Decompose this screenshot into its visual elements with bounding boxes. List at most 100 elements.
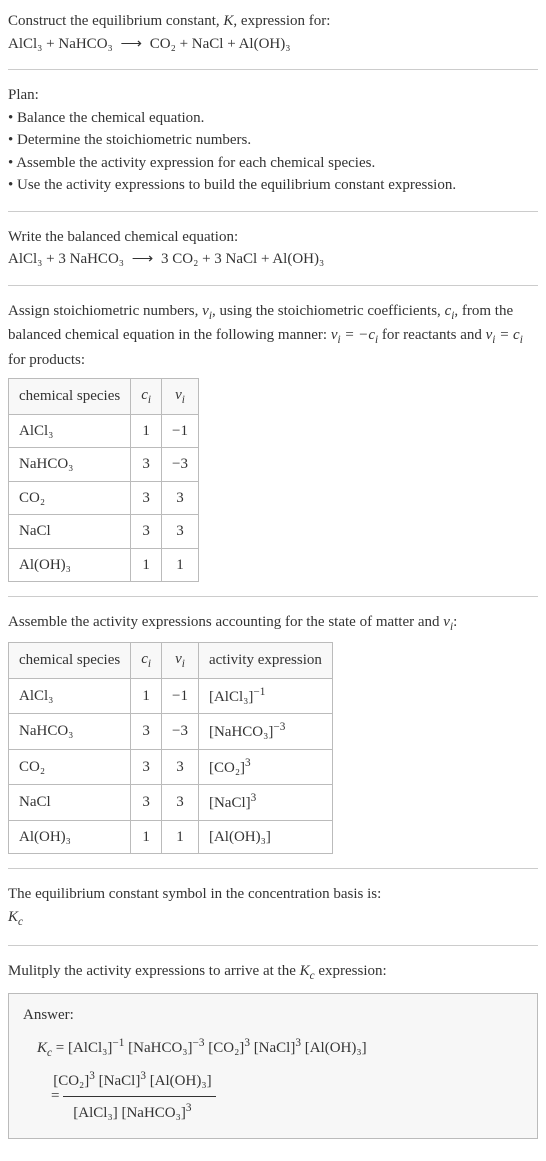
cell-species: CO₂ xyxy=(9,481,131,515)
cell-vi: 3 xyxy=(162,515,199,549)
divider xyxy=(8,69,538,70)
stoich-table: chemical species ci νi AlCl₃ 1 −1 NaHCO₃… xyxy=(8,378,199,582)
arrow-icon: ⟶ xyxy=(117,36,147,52)
basis-symbol: Kc xyxy=(8,906,538,931)
divider xyxy=(8,868,538,869)
stoich-text-a: Assign stoichiometric numbers, xyxy=(8,303,202,319)
frac-numerator: [CO₂]3 [NaCl]3 [Al(OH)₃] xyxy=(63,1065,215,1097)
col-activity: activity expression xyxy=(198,643,332,679)
cell-expr: [NaHCO₃]−3 xyxy=(198,714,332,750)
cell-species: AlCl₃ xyxy=(9,678,131,714)
divider xyxy=(8,285,538,286)
cell-species: NaCl xyxy=(9,515,131,549)
term: [NaCl]3 xyxy=(254,1040,301,1056)
divider xyxy=(8,211,538,212)
divider xyxy=(8,945,538,946)
table-row: AlCl₃ 1 −1 [AlCl₃]−1 xyxy=(9,678,333,714)
plan-list: Balance the chemical equation. Determine… xyxy=(8,107,538,197)
col-vi: νi xyxy=(162,643,199,679)
stoich-text: Assign stoichiometric numbers, νi, using… xyxy=(8,300,538,372)
cell-species: NaCl xyxy=(9,785,131,821)
cell-ci: 3 xyxy=(131,448,162,482)
balanced-equation: AlCl₃ + 3 NaHCO₃ ⟶ 3 CO₂ + 3 NaCl + Al(O… xyxy=(8,248,538,271)
cell-ci: 1 xyxy=(131,414,162,448)
arrow-icon: ⟶ xyxy=(128,251,158,267)
cell-expr: [Al(OH)₃] xyxy=(198,820,332,854)
activity-table: chemical species ci νi activity expressi… xyxy=(8,642,333,854)
cell-species: Al(OH)₃ xyxy=(9,820,131,854)
activity-section: Assemble the activity expressions accoun… xyxy=(8,611,538,854)
cell-ci: 3 xyxy=(131,481,162,515)
col-ci: ci xyxy=(131,643,162,679)
cell-vi: −1 xyxy=(162,414,199,448)
balanced-lhs: AlCl₃ + 3 NaHCO₃ xyxy=(8,251,124,267)
answer-box: Answer: Kc = [AlCl₃]−1 [NaHCO₃]−3 [CO₂]3… xyxy=(8,993,538,1139)
cell-species: CO₂ xyxy=(9,749,131,785)
equals: = xyxy=(52,1040,68,1056)
cell-expr: [AlCl₃]−1 xyxy=(198,678,332,714)
intro-section: Construct the equilibrium constant, K, e… xyxy=(8,10,538,55)
plan-section: Plan: Balance the chemical equation. Det… xyxy=(8,84,538,197)
table-header-row: chemical species ci νi xyxy=(9,378,199,414)
plan-item: Use the activity expressions to build th… xyxy=(8,174,538,197)
plan-item: Determine the stoichiometric numbers. xyxy=(8,129,538,152)
intro-equation: AlCl₃ + NaHCO₃ ⟶ CO₂ + NaCl + Al(OH)₃ xyxy=(8,33,538,56)
table-row: NaHCO₃ 3 −3 xyxy=(9,448,199,482)
table-row: CO₂ 3 3 [CO₂]3 xyxy=(9,749,333,785)
fraction: [CO₂]3 [NaCl]3 [Al(OH)₃] [AlCl₃] [NaHCO₃… xyxy=(63,1065,215,1128)
cell-vi: 3 xyxy=(162,749,199,785)
term: [Al(OH)₃] xyxy=(305,1040,367,1056)
cell-vi: −3 xyxy=(162,448,199,482)
cell-vi: 3 xyxy=(162,481,199,515)
table-row: NaHCO₃ 3 −3 [NaHCO₃]−3 xyxy=(9,714,333,750)
cell-species: NaHCO₃ xyxy=(9,448,131,482)
table-row: NaCl 3 3 [NaCl]3 xyxy=(9,785,333,821)
table-row: NaCl 3 3 xyxy=(9,515,199,549)
cell-vi: −1 xyxy=(162,678,199,714)
activity-heading: Assemble the activity expressions accoun… xyxy=(8,611,538,636)
multiply-section: Mulitply the activity expressions to arr… xyxy=(8,960,538,1139)
cell-expr: [NaCl]3 xyxy=(198,785,332,821)
cell-ci: 3 xyxy=(131,749,162,785)
multiply-heading: Mulitply the activity expressions to arr… xyxy=(8,960,538,985)
cell-vi: 1 xyxy=(162,548,199,582)
cell-vi: 1 xyxy=(162,820,199,854)
cell-ci: 1 xyxy=(131,678,162,714)
plan-heading: Plan: xyxy=(8,84,538,107)
cell-species: Al(OH)₃ xyxy=(9,548,131,582)
intro-line1: Construct the equilibrium constant, K, e… xyxy=(8,10,538,33)
table-row: Al(OH)₃ 1 1 [Al(OH)₃] xyxy=(9,820,333,854)
stoich-text-b: , using the stoichiometric coefficients, xyxy=(212,303,445,319)
basis-section: The equilibrium constant symbol in the c… xyxy=(8,883,538,930)
col-ci: ci xyxy=(131,378,162,414)
answer-label: Answer: xyxy=(23,1004,523,1027)
balanced-rhs: 3 CO₂ + 3 NaCl + Al(OH)₃ xyxy=(161,251,324,267)
balanced-section: Write the balanced chemical equation: Al… xyxy=(8,226,538,271)
cell-expr: [CO₂]3 xyxy=(198,749,332,785)
plan-item: Balance the chemical equation. xyxy=(8,107,538,130)
term: [NaHCO₃]−3 xyxy=(128,1040,204,1056)
col-vi: νi xyxy=(162,378,199,414)
term: [AlCl₃]−1 xyxy=(68,1040,124,1056)
frac-denominator: [AlCl₃] [NaHCO₃]3 xyxy=(63,1097,215,1128)
table-row: Al(OH)₃ 1 1 xyxy=(9,548,199,582)
plan-item: Assemble the activity expression for eac… xyxy=(8,152,538,175)
answer-expression: Kc = [AlCl₃]−1 [NaHCO₃]−3 [CO₂]3 [NaCl]3… xyxy=(23,1032,523,1128)
table-row: CO₂ 3 3 xyxy=(9,481,199,515)
cell-species: NaHCO₃ xyxy=(9,714,131,750)
stoich-section: Assign stoichiometric numbers, νi , using… xyxy=(8,300,538,583)
basis-line1: The equilibrium constant symbol in the c… xyxy=(8,883,538,906)
col-species: chemical species xyxy=(9,378,131,414)
cell-species: AlCl₃ xyxy=(9,414,131,448)
intro-lhs: AlCl₃ + NaHCO₃ xyxy=(8,36,113,52)
cell-vi: 3 xyxy=(162,785,199,821)
cell-ci: 1 xyxy=(131,820,162,854)
stoich-text-d: for reactants and xyxy=(378,327,485,343)
divider xyxy=(8,596,538,597)
balanced-heading: Write the balanced chemical equation: xyxy=(8,226,538,249)
cell-ci: 1 xyxy=(131,548,162,582)
cell-vi: −3 xyxy=(162,714,199,750)
col-species: chemical species xyxy=(9,643,131,679)
cell-ci: 3 xyxy=(131,714,162,750)
intro-rhs: CO₂ + NaCl + Al(OH)₃ xyxy=(150,36,291,52)
